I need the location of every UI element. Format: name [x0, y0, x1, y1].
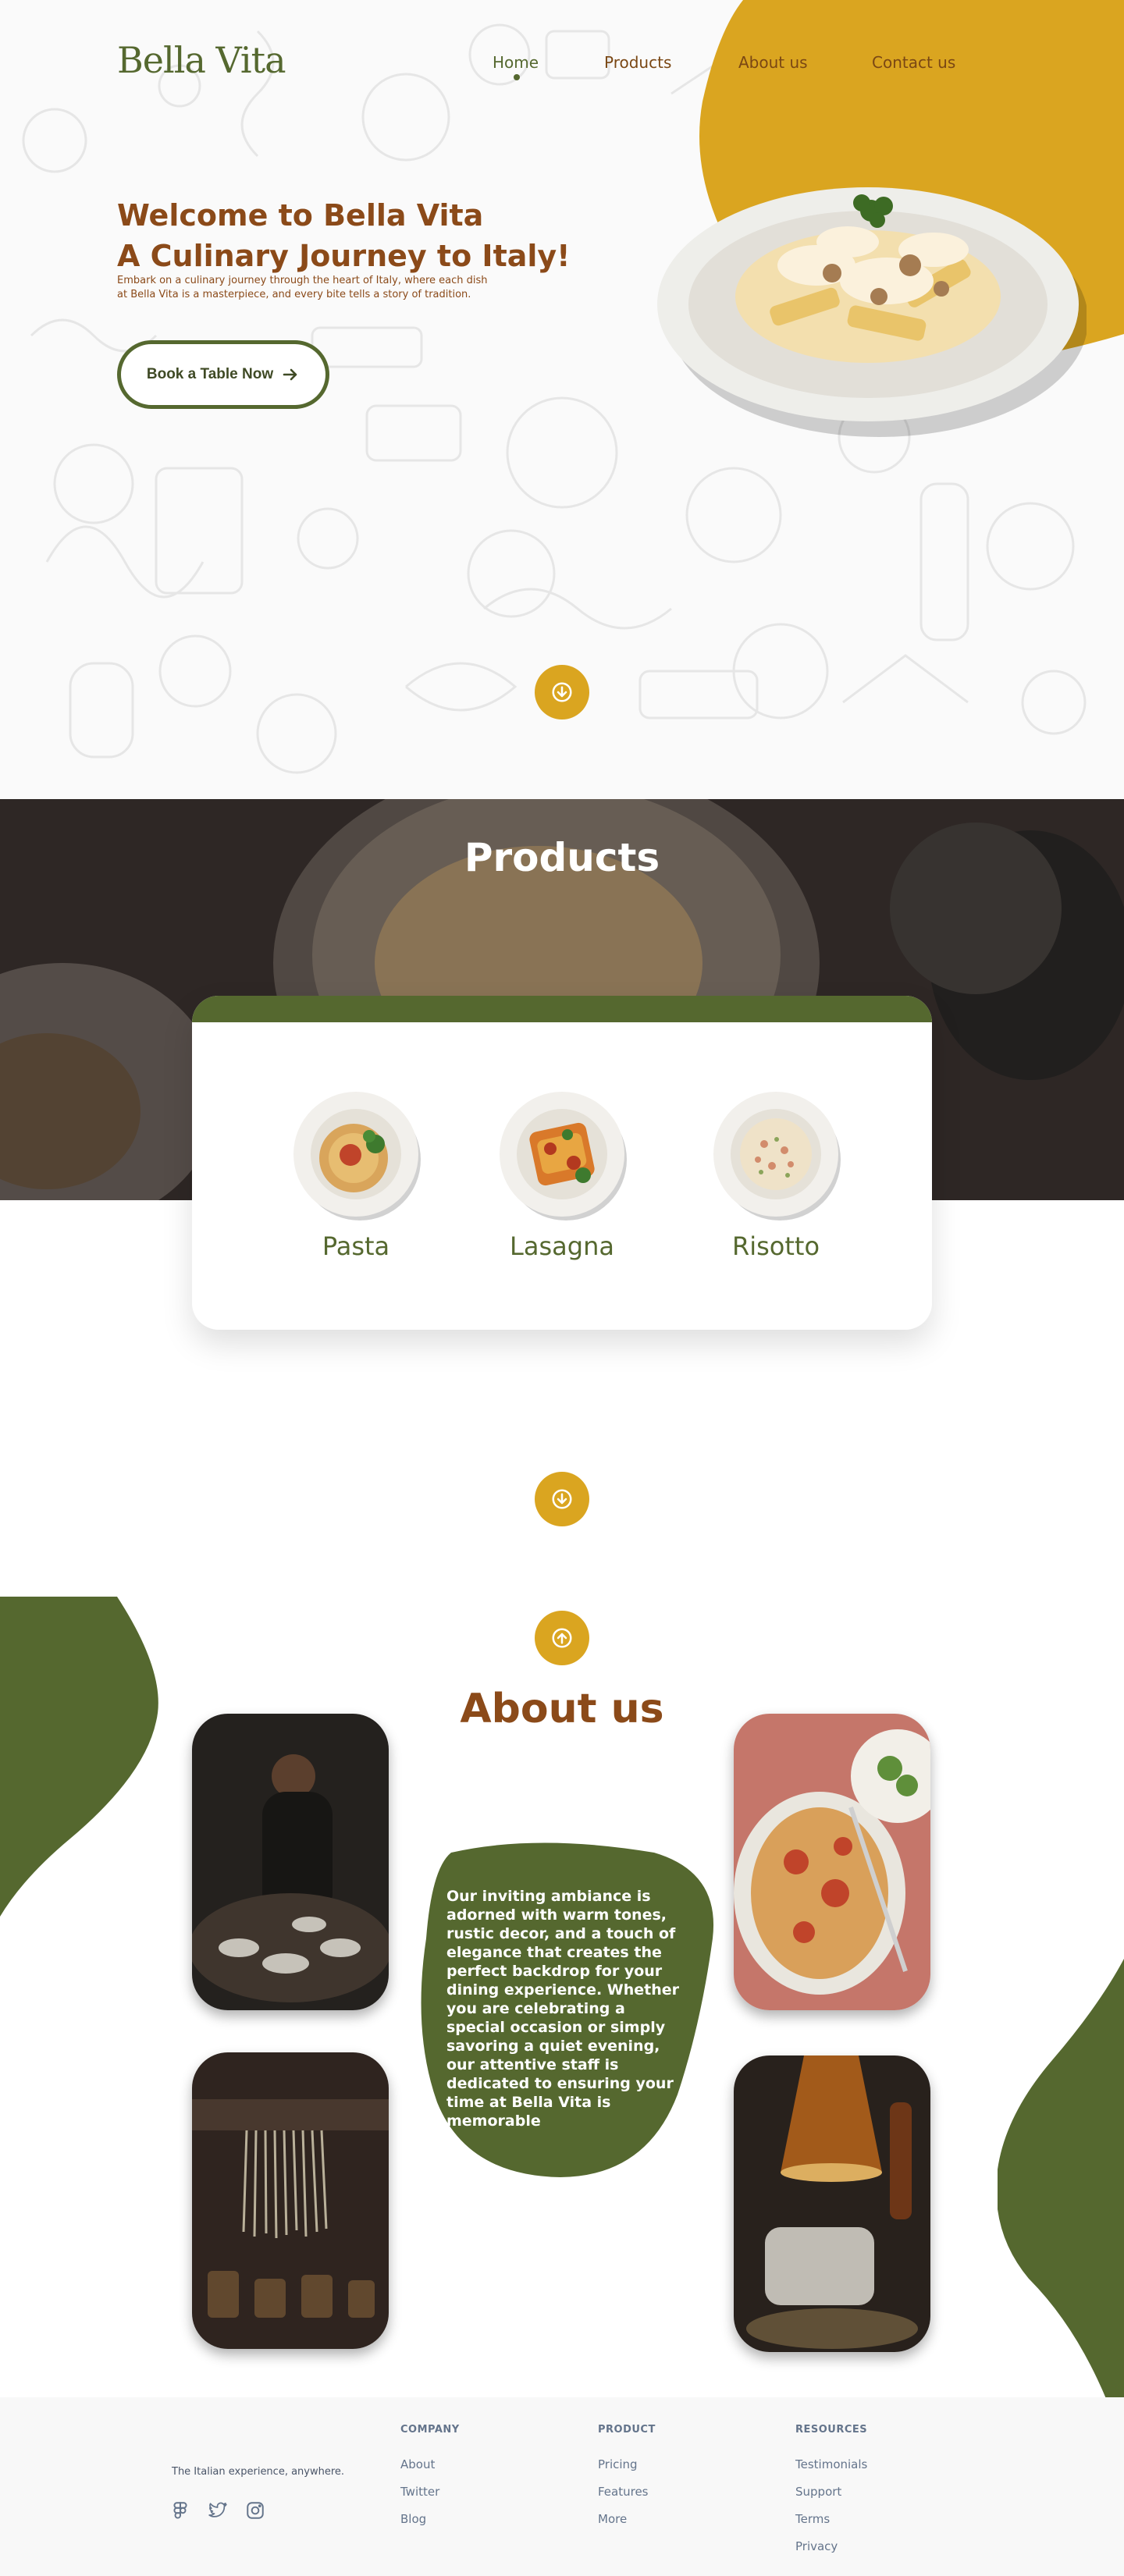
risotto-dish-image	[713, 1092, 841, 1220]
footer-column-product: PRODUCT Pricing Features More	[598, 2424, 656, 2533]
pasta-dish-image	[293, 1092, 421, 1220]
instagram-icon[interactable]	[245, 2500, 265, 2521]
main-nav: Home Products About us Contact us	[0, 53, 1124, 84]
products-title: Products	[464, 835, 660, 880]
about-title: About us	[460, 1686, 664, 1732]
products-card-header-bar	[192, 996, 932, 1022]
book-table-button[interactable]: Book a Table Now	[117, 340, 329, 409]
kitchen-lamp-image	[734, 2055, 930, 2352]
footer-link-blog[interactable]: Blog	[400, 2506, 460, 2533]
footer-link-more[interactable]: More	[598, 2506, 656, 2533]
fresh-pasta-photo	[192, 2052, 389, 2349]
pasta-plate-image	[657, 187, 1087, 437]
nav-active-indicator	[514, 74, 520, 80]
footer-column-title: RESOURCES	[795, 2424, 868, 2436]
arrow-down-icon	[552, 1489, 572, 1509]
pizza-table-photo	[734, 1714, 930, 2010]
product-lasagna[interactable]: Lasagna	[484, 1088, 640, 1261]
products-card: Pasta Lasagna Risotto	[192, 996, 932, 1330]
hero-title-line-2: A Culinary Journey to Italy!	[117, 239, 571, 273]
hero-title-line-1: Welcome to Bella Vita	[117, 198, 484, 233]
footer-link-support[interactable]: Support	[795, 2478, 867, 2506]
kitchen-lamp-photo	[734, 2055, 930, 2352]
chef-plating-image	[192, 1714, 389, 2010]
product-pasta[interactable]: Pasta	[278, 1088, 434, 1261]
hero-subtitle: Embark on a culinary journey through the…	[117, 275, 488, 300]
footer-column-company: COMPANY About Twitter Blog	[400, 2424, 460, 2533]
nav-products[interactable]: Products	[604, 53, 671, 72]
footer-link-twitter[interactable]: Twitter	[400, 2478, 460, 2506]
green-blob-left	[0, 1597, 158, 1917]
product-name-lasagna: Lasagna	[510, 1231, 614, 1261]
footer-column-resources: RESOURCES Testimonials Support Terms Pri…	[795, 2424, 867, 2560]
figma-icon[interactable]	[170, 2500, 190, 2521]
nav-contact[interactable]: Contact us	[872, 53, 955, 72]
footer-link-pricing[interactable]: Pricing	[598, 2451, 656, 2478]
product-risotto[interactable]: Risotto	[698, 1088, 854, 1261]
site-footer: The Italian experience, anywhere. COMPAN…	[0, 2397, 1124, 2576]
fresh-pasta-image	[192, 2052, 389, 2349]
arrow-down-icon	[552, 682, 572, 702]
product-name-pasta: Pasta	[322, 1231, 390, 1261]
book-table-label: Book a Table Now	[146, 366, 274, 382]
scroll-down-button-2[interactable]	[535, 1472, 589, 1526]
arrow-up-icon	[552, 1628, 572, 1648]
about-description: Our inviting ambiance is adorned with wa…	[446, 1888, 680, 2130]
hero-title: Welcome to Bella Vita A Culinary Journey…	[117, 195, 571, 276]
chef-plating-photo	[192, 1714, 389, 2010]
footer-link-about[interactable]: About	[400, 2451, 460, 2478]
footer-column-title: PRODUCT	[598, 2424, 656, 2436]
hero-section: Bella Vita Home Products About us Contac…	[0, 0, 1124, 799]
nav-home[interactable]: Home	[493, 53, 539, 72]
social-links	[170, 2500, 265, 2521]
footer-link-terms[interactable]: Terms	[795, 2506, 867, 2533]
footer-link-features[interactable]: Features	[598, 2478, 656, 2506]
scroll-down-button[interactable]	[535, 665, 589, 720]
arrow-right-icon	[283, 368, 297, 381]
footer-link-privacy[interactable]: Privacy	[795, 2533, 867, 2560]
footer-column-title: COMPANY	[400, 2424, 460, 2436]
footer-tagline: The Italian experience, anywhere.	[172, 2466, 345, 2478]
footer-link-testimonials[interactable]: Testimonials	[795, 2451, 867, 2478]
green-blob-right	[998, 1959, 1124, 2400]
pizza-table-image	[734, 1714, 930, 2010]
lasagna-dish-image	[500, 1092, 627, 1220]
nav-about[interactable]: About us	[738, 53, 808, 72]
twitter-icon[interactable]	[208, 2500, 228, 2521]
scroll-up-button[interactable]	[535, 1611, 589, 1665]
product-name-risotto: Risotto	[731, 1231, 820, 1261]
